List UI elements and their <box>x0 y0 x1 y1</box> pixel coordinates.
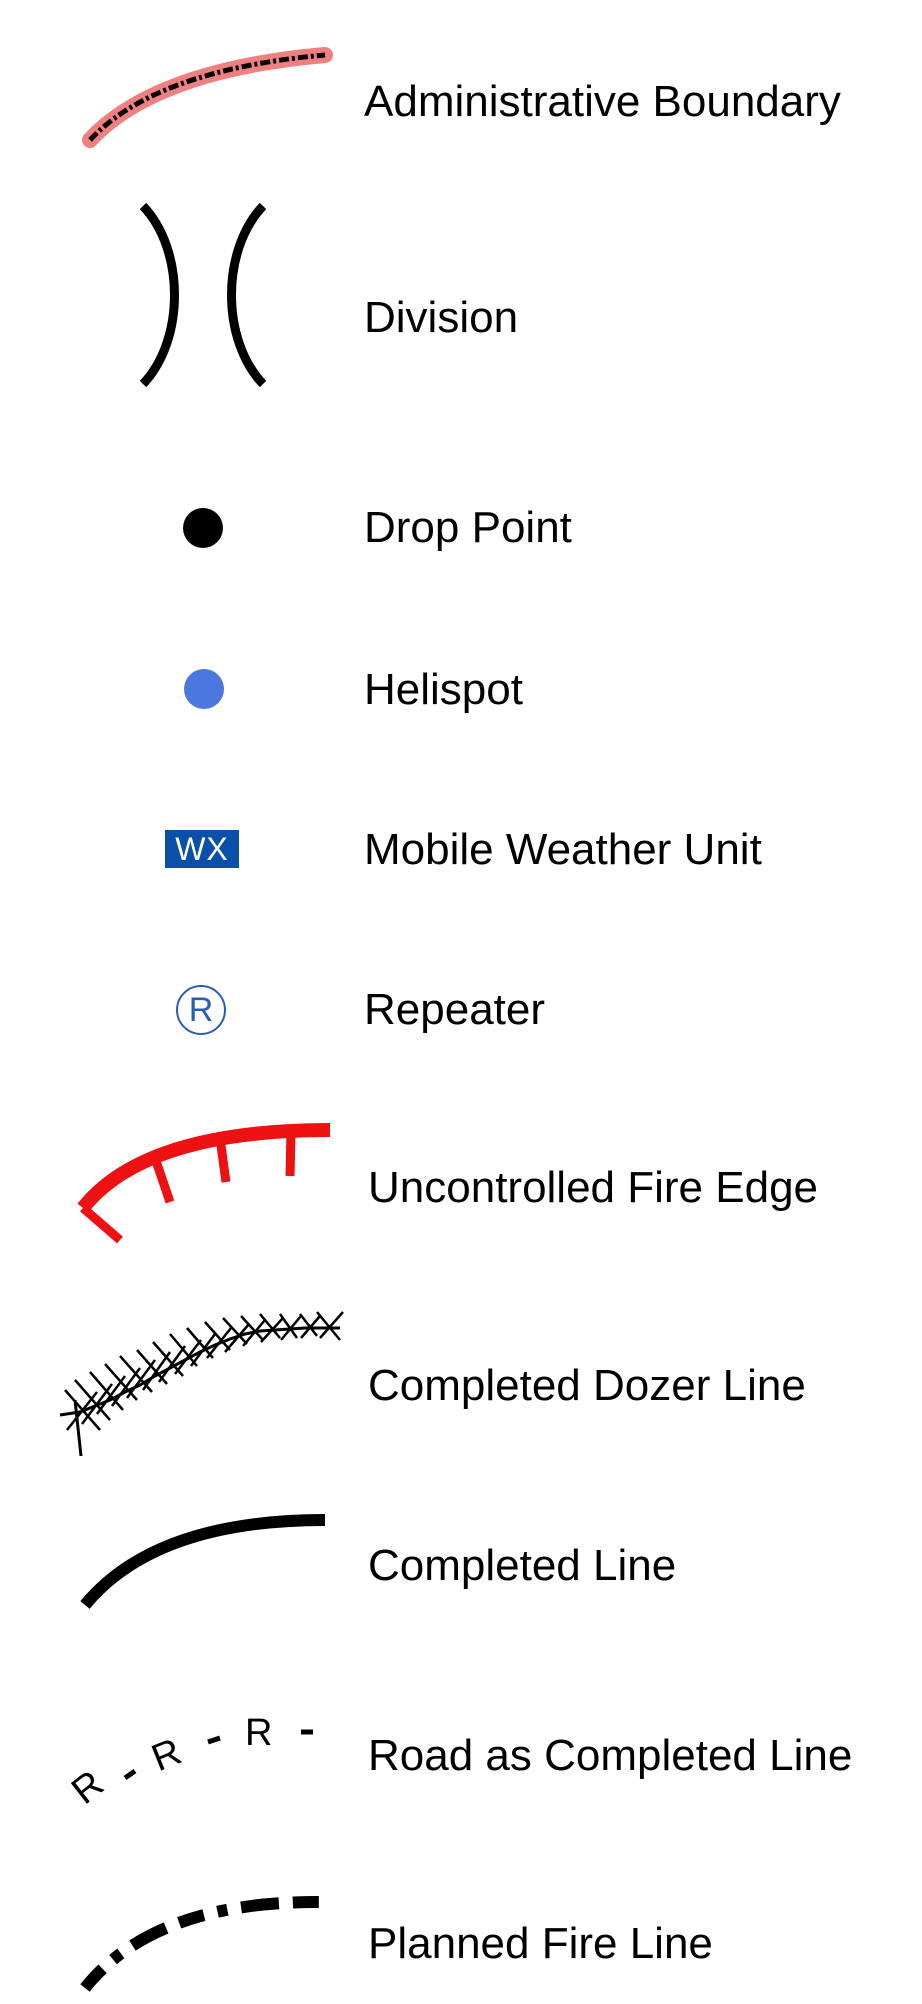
svg-text:R: R <box>146 1731 187 1780</box>
uncontrolled-fire-edge-icon <box>77 1123 331 1244</box>
legend-label: Completed Dozer Line <box>368 1361 806 1410</box>
mobile-weather-unit-icon: WX <box>165 830 239 868</box>
administrative-boundary-icon <box>82 47 333 148</box>
legend-entry-planned-fire-line: Planned Fire Line <box>0 1880 922 2004</box>
map-legend: Administrative Boundary Division Drop Po… <box>0 0 922 2004</box>
road-as-completed-line-icon: R R R <box>64 1712 313 1813</box>
legend-entry-helispot: Helispot <box>0 640 922 720</box>
legend-label: Completed Line <box>368 1541 677 1590</box>
legend-label: Mobile Weather Unit <box>364 825 762 874</box>
legend-entry-division: Division <box>0 200 922 400</box>
svg-text:R: R <box>64 1763 111 1813</box>
planned-fire-line-icon <box>80 1895 326 1992</box>
legend-label: Repeater <box>364 985 546 1034</box>
drop-point-icon <box>183 508 223 548</box>
legend-entry-mobile-weather-unit: WX Mobile Weather Unit <box>0 800 922 880</box>
svg-text:R: R <box>245 1712 272 1754</box>
legend-label: Uncontrolled Fire Edge <box>368 1163 819 1212</box>
legend-label: Planned Fire Line <box>368 1919 713 1968</box>
legend-entry-administrative-boundary: Administrative Boundary <box>0 40 922 160</box>
legend-entry-uncontrolled-fire-edge: Uncontrolled Fire Edge <box>0 1110 922 1250</box>
completed-dozer-line-icon <box>59 1311 344 1457</box>
division-icon <box>139 202 267 388</box>
legend-entry-road-as-completed-line: R R R Road as Completed Line <box>0 1680 922 1820</box>
legend-entry-repeater: R Repeater <box>0 960 922 1040</box>
legend-label: Administrative Boundary <box>364 77 841 126</box>
legend-entry-completed-dozer-line: Completed Dozer Line <box>0 1300 922 1460</box>
legend-entry-completed-line: Completed Line <box>0 1500 922 1620</box>
legend-label: Road as Completed Line <box>368 1731 853 1780</box>
legend-label: Helispot <box>364 665 523 714</box>
legend-entry-drop-point: Drop Point <box>0 480 922 560</box>
legend-label: Division <box>364 293 519 342</box>
completed-line-icon <box>80 1514 326 1609</box>
legend-label: Drop Point <box>364 503 572 552</box>
helispot-icon <box>184 669 224 709</box>
repeater-icon: R <box>176 985 226 1035</box>
